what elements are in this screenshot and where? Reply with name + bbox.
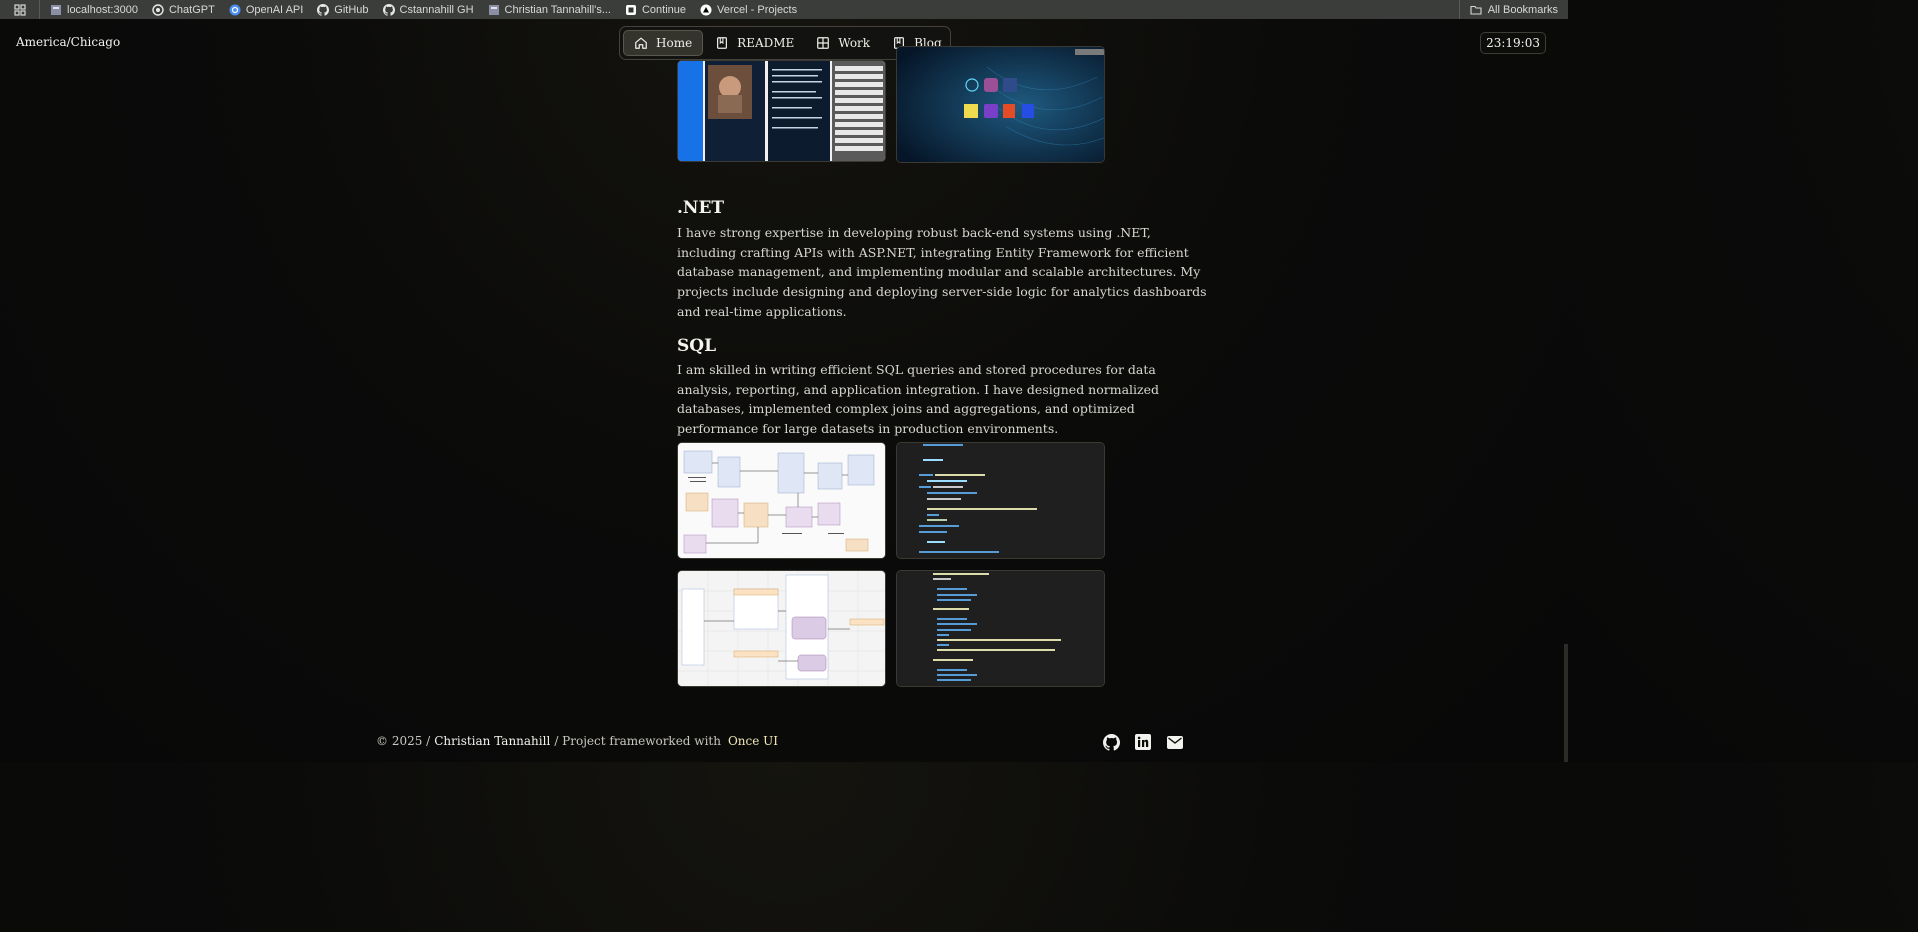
- scrollbar-thumb[interactable]: [1564, 644, 1568, 762]
- bookmark-chatgpt[interactable]: ChatGPT: [152, 4, 215, 16]
- clock: 23:19:03: [1480, 32, 1546, 54]
- apps-grid-icon[interactable]: [0, 0, 40, 19]
- bookmark-github[interactable]: GitHub: [317, 3, 369, 16]
- sql-code-thumbnail[interactable]: [896, 442, 1105, 559]
- section-body-sql: I am skilled in writing efficient SQL qu…: [677, 362, 1160, 437]
- bookmark-label: Vercel - Projects: [717, 3, 798, 16]
- nav-home[interactable]: Home: [623, 30, 704, 56]
- social-links: [1102, 733, 1184, 751]
- schema-diagram-thumbnail[interactable]: [677, 570, 886, 687]
- bookmark-label: localhost:3000: [67, 3, 138, 16]
- linkedin-icon[interactable]: [1134, 733, 1152, 751]
- vercel-icon: [700, 4, 712, 16]
- page-icon: [50, 4, 62, 16]
- folder-icon: [1470, 4, 1482, 16]
- bookmark-label: Continue: [641, 3, 687, 16]
- bookmark-label: Cstannahill GH: [399, 3, 474, 16]
- section-title-dotnet: .NET: [677, 198, 725, 218]
- bookmarks-bar: localhost:3000 ChatGPT OpenAI API GitHub…: [0, 0, 1568, 19]
- github-icon[interactable]: [1102, 733, 1120, 751]
- bookmark-localhost[interactable]: localhost:3000: [50, 4, 138, 16]
- section-body-dotnet: I have strong expertise in developing ro…: [677, 225, 1207, 319]
- continue-icon: [625, 4, 637, 16]
- book-icon: [717, 37, 728, 49]
- bookmark-portfolio[interactable]: Christian Tannahill's...: [488, 4, 611, 16]
- footer-copyright: © 2025 /: [376, 734, 431, 748]
- all-bookmarks[interactable]: All Bookmarks: [1458, 0, 1558, 19]
- openai-icon: [152, 3, 164, 16]
- erd-diagram-thumbnail[interactable]: [677, 442, 886, 559]
- github-icon: [382, 3, 395, 16]
- timezone-label: America/Chicago: [16, 35, 121, 49]
- bookmark-vercel[interactable]: Vercel - Projects: [700, 4, 797, 16]
- nav-label: Home: [656, 36, 693, 50]
- portfolio-screenshot-thumbnail[interactable]: [677, 60, 886, 162]
- github-icon: [317, 3, 330, 16]
- page-icon: [488, 4, 500, 16]
- bookmark-label: Christian Tannahill's...: [504, 3, 611, 16]
- bookmark-label: GitHub: [334, 3, 369, 16]
- footer-author: Christian Tannahill: [434, 734, 551, 748]
- bookmark-cstannahill-gh[interactable]: Cstannahill GH: [382, 3, 474, 16]
- openai-api-icon: [229, 4, 241, 16]
- nav-label: Work: [838, 36, 871, 50]
- stored-procedure-code-thumbnail[interactable]: [896, 570, 1105, 687]
- footer: © 2025 / Christian Tannahill / Project f…: [376, 734, 778, 748]
- section-title-sql: SQL: [677, 336, 717, 356]
- email-icon[interactable]: [1166, 733, 1184, 751]
- all-bookmarks-label: All Bookmarks: [1487, 3, 1558, 16]
- nav-work[interactable]: Work: [806, 30, 880, 56]
- footer-middle-text: / Project frameworked with: [554, 734, 721, 748]
- home-icon: [635, 37, 647, 49]
- tech-stack-thumbnail[interactable]: [896, 46, 1105, 163]
- nav-readme[interactable]: README: [705, 30, 804, 56]
- once-ui-link[interactable]: Once UI: [728, 734, 778, 748]
- bookmark-continue[interactable]: Continue: [625, 4, 686, 16]
- bookmark-openai-api[interactable]: OpenAI API: [229, 4, 303, 16]
- nav-label: README: [737, 36, 795, 50]
- bookmark-label: ChatGPT: [168, 3, 215, 16]
- grid-icon: [817, 37, 830, 49]
- bookmark-label: OpenAI API: [245, 3, 304, 16]
